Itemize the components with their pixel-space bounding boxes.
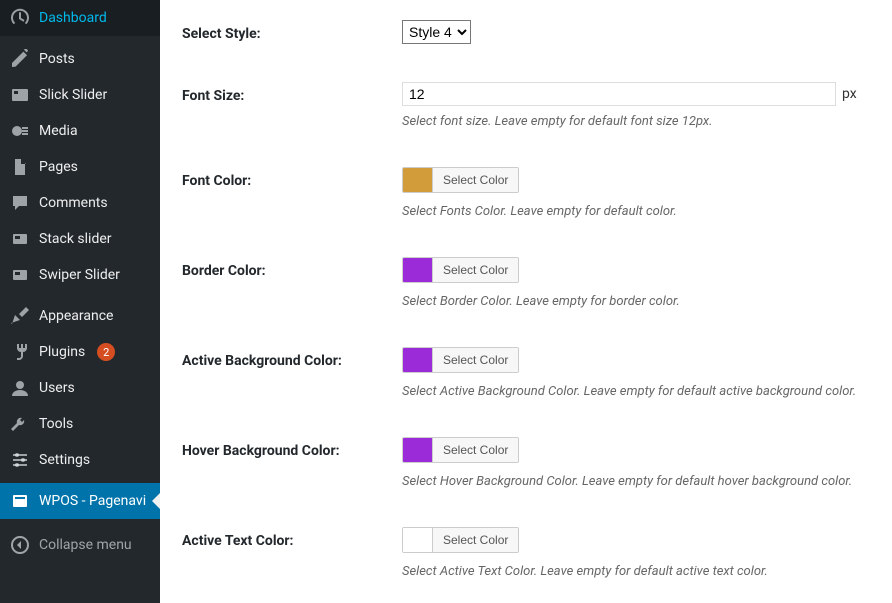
active-text-button[interactable]: Select Color	[433, 528, 518, 552]
sidebar-item-wpos-pagenavi[interactable]: WPOS - Pagenavi	[0, 483, 160, 519]
tools-icon	[10, 414, 30, 434]
sidebar-item-label: Plugins	[39, 343, 85, 361]
active-text-swatch	[403, 528, 433, 552]
sidebar-item-plugins[interactable]: Plugins 2	[0, 334, 160, 370]
hover-bg-button[interactable]: Select Color	[433, 438, 518, 462]
media-icon	[10, 121, 30, 141]
slick-slider-icon	[10, 85, 30, 105]
sidebar-item-label: Pages	[39, 158, 78, 176]
font-color-button[interactable]: Select Color	[433, 168, 518, 192]
active-text-picker[interactable]: Select Color	[402, 527, 519, 553]
comments-icon	[10, 193, 30, 213]
stack-slider-icon	[10, 229, 30, 249]
sidebar-item-label: Settings	[39, 451, 90, 469]
sidebar-item-media[interactable]: Media	[0, 113, 160, 149]
sidebar-item-label: Users	[39, 379, 75, 397]
active-text-desc: Select Active Text Color. Leave empty fo…	[402, 564, 872, 579]
border-color-label: Border Color:	[182, 257, 402, 279]
border-color-swatch	[403, 258, 433, 282]
dashboard-icon	[10, 8, 30, 28]
sidebar-item-settings[interactable]: Settings	[0, 442, 160, 478]
sidebar-item-label: Dashboard	[39, 9, 107, 27]
sidebar-item-label: Collapse menu	[39, 536, 132, 554]
sidebar-item-users[interactable]: Users	[0, 370, 160, 406]
active-bg-button[interactable]: Select Color	[433, 348, 518, 372]
font-color-picker[interactable]: Select Color	[402, 167, 519, 193]
sidebar-item-posts[interactable]: Posts	[0, 41, 160, 77]
font-color-desc: Select Fonts Color. Leave empty for defa…	[402, 204, 872, 219]
plugins-update-badge: 2	[97, 343, 115, 361]
sidebar-item-swiper-slider[interactable]: Swiper Slider	[0, 257, 160, 293]
font-color-swatch	[403, 168, 433, 192]
pages-icon	[10, 157, 30, 177]
border-color-picker[interactable]: Select Color	[402, 257, 519, 283]
admin-sidebar: Dashboard Posts Slick Slider Media Pages…	[0, 0, 160, 603]
active-bg-picker[interactable]: Select Color	[402, 347, 519, 373]
active-text-label: Active Text Color:	[182, 527, 402, 549]
sidebar-item-label: Appearance	[39, 307, 113, 325]
border-color-button[interactable]: Select Color	[433, 258, 518, 282]
hover-bg-picker[interactable]: Select Color	[402, 437, 519, 463]
font-size-input[interactable]	[402, 82, 836, 106]
sidebar-item-label: Slick Slider	[39, 86, 107, 104]
sidebar-item-label: Stack slider	[39, 230, 112, 248]
hover-bg-swatch	[403, 438, 433, 462]
hover-bg-desc: Select Hover Background Color. Leave emp…	[402, 474, 872, 489]
sidebar-item-label: Media	[39, 122, 78, 140]
font-size-desc: Select font size. Leave empty for defaul…	[402, 114, 872, 129]
settings-icon	[10, 450, 30, 470]
active-bg-label: Active Background Color:	[182, 347, 402, 369]
posts-icon	[10, 49, 30, 69]
appearance-icon	[10, 306, 30, 326]
swiper-slider-icon	[10, 265, 30, 285]
settings-panel: Select Style: Style 4 Font Size: px Sele…	[160, 0, 892, 603]
select-style-label: Select Style:	[182, 20, 402, 42]
sidebar-item-label: Swiper Slider	[39, 266, 120, 284]
sidebar-item-pages[interactable]: Pages	[0, 149, 160, 185]
sidebar-collapse[interactable]: Collapse menu	[0, 527, 160, 563]
sidebar-item-label: Comments	[39, 194, 108, 212]
sidebar-item-label: Tools	[39, 415, 73, 433]
users-icon	[10, 378, 30, 398]
sidebar-item-slick-slider[interactable]: Slick Slider	[0, 77, 160, 113]
active-bg-desc: Select Active Background Color. Leave em…	[402, 384, 872, 399]
sidebar-item-comments[interactable]: Comments	[0, 185, 160, 221]
collapse-icon	[10, 535, 30, 555]
plugins-icon	[10, 342, 30, 362]
sidebar-item-label: WPOS - Pagenavi	[39, 492, 146, 510]
font-size-unit: px	[842, 86, 857, 102]
sidebar-item-dashboard[interactable]: Dashboard	[0, 0, 160, 36]
sidebar-item-stack-slider[interactable]: Stack slider	[0, 221, 160, 257]
hover-bg-label: Hover Background Color:	[182, 437, 402, 459]
pagenavi-icon	[10, 491, 30, 511]
sidebar-item-label: Posts	[39, 50, 75, 68]
border-color-desc: Select Border Color. Leave empty for bor…	[402, 294, 872, 309]
select-style-dropdown[interactable]: Style 4	[402, 20, 471, 44]
active-bg-swatch	[403, 348, 433, 372]
font-size-label: Font Size:	[182, 82, 402, 104]
sidebar-item-appearance[interactable]: Appearance	[0, 298, 160, 334]
font-color-label: Font Color:	[182, 167, 402, 189]
sidebar-item-tools[interactable]: Tools	[0, 406, 160, 442]
